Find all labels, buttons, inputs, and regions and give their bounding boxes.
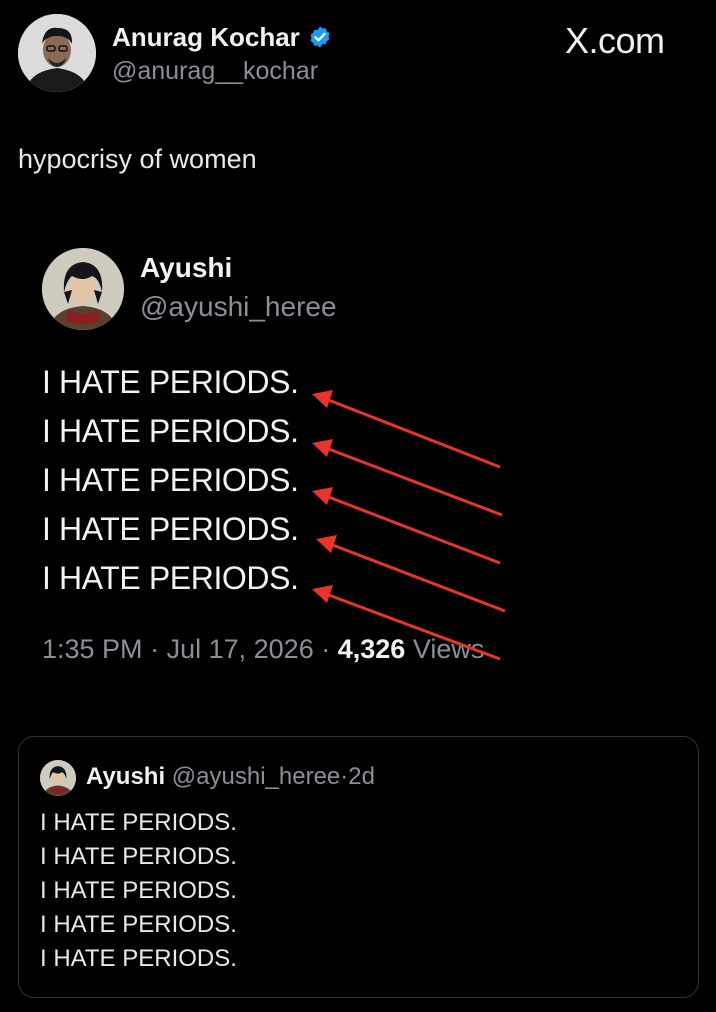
- embedded-time: 1:35 PM: [42, 634, 143, 664]
- quoted-tweet-body: I HATE PERIODS. I HATE PERIODS. I HATE P…: [40, 808, 237, 978]
- embedded-author-name: Ayushi: [140, 252, 233, 283]
- quoted-author-name[interactable]: Ayushi: [86, 763, 165, 790]
- quoted-tweet-line: I HATE PERIODS.: [40, 911, 237, 938]
- quoted-author-handle[interactable]: @ayushi_heree: [172, 763, 340, 790]
- brand-watermark: X.com: [565, 20, 665, 61]
- meta-separator: ·: [321, 634, 331, 664]
- red-arrow-icon: [312, 439, 503, 517]
- embedded-tweet-line: I HATE PERIODS.: [42, 413, 299, 449]
- red-arrow-icon: [312, 487, 501, 565]
- embedded-avatar-image: [42, 248, 124, 330]
- embedded-date: Jul 17, 2026: [166, 634, 314, 664]
- embedded-tweet-line: I HATE PERIODS.: [42, 364, 299, 400]
- embedded-tweet-line: I HATE PERIODS.: [42, 462, 299, 498]
- verified-badge-icon: [310, 26, 330, 48]
- red-arrow-icon: [312, 390, 501, 469]
- quoted-tweet-line: I HATE PERIODS.: [40, 809, 237, 836]
- author-name[interactable]: Anurag Kochar: [112, 22, 300, 53]
- embedded-views-label: Views: [412, 634, 485, 664]
- author-handle[interactable]: @anurag__kochar: [112, 57, 318, 86]
- embedded-tweet-body: I HATE PERIODS. I HATE PERIODS. I HATE P…: [42, 362, 299, 607]
- red-arrow-icon: [316, 535, 506, 613]
- tweet-text: hypocrisy of women: [18, 144, 257, 174]
- quoted-avatar[interactable]: [40, 760, 76, 796]
- embedded-tweet-meta: 1:35 PM · Jul 17, 2026 · 4,326 Views: [42, 634, 484, 665]
- quoted-avatar-image: [40, 760, 76, 796]
- author-avatar[interactable]: [18, 14, 96, 92]
- embedded-author-handle: @ayushi_heree: [140, 291, 337, 322]
- quoted-age[interactable]: 2d: [348, 763, 375, 790]
- embedded-views-count: 4,326: [337, 634, 406, 664]
- embedded-tweet-line: I HATE PERIODS.: [42, 560, 299, 596]
- quoted-tweet-header: Ayushi @ayushi_heree·2d: [86, 763, 375, 791]
- quoted-tweet-line: I HATE PERIODS.: [40, 877, 237, 904]
- author-avatar-image: [18, 14, 96, 92]
- quoted-tweet-line: I HATE PERIODS.: [40, 843, 237, 870]
- embedded-tweet-line: I HATE PERIODS.: [42, 511, 299, 547]
- meta-separator: ·: [150, 634, 160, 664]
- embedded-avatar: [42, 248, 124, 330]
- quoted-tweet-line: I HATE PERIODS.: [40, 945, 237, 972]
